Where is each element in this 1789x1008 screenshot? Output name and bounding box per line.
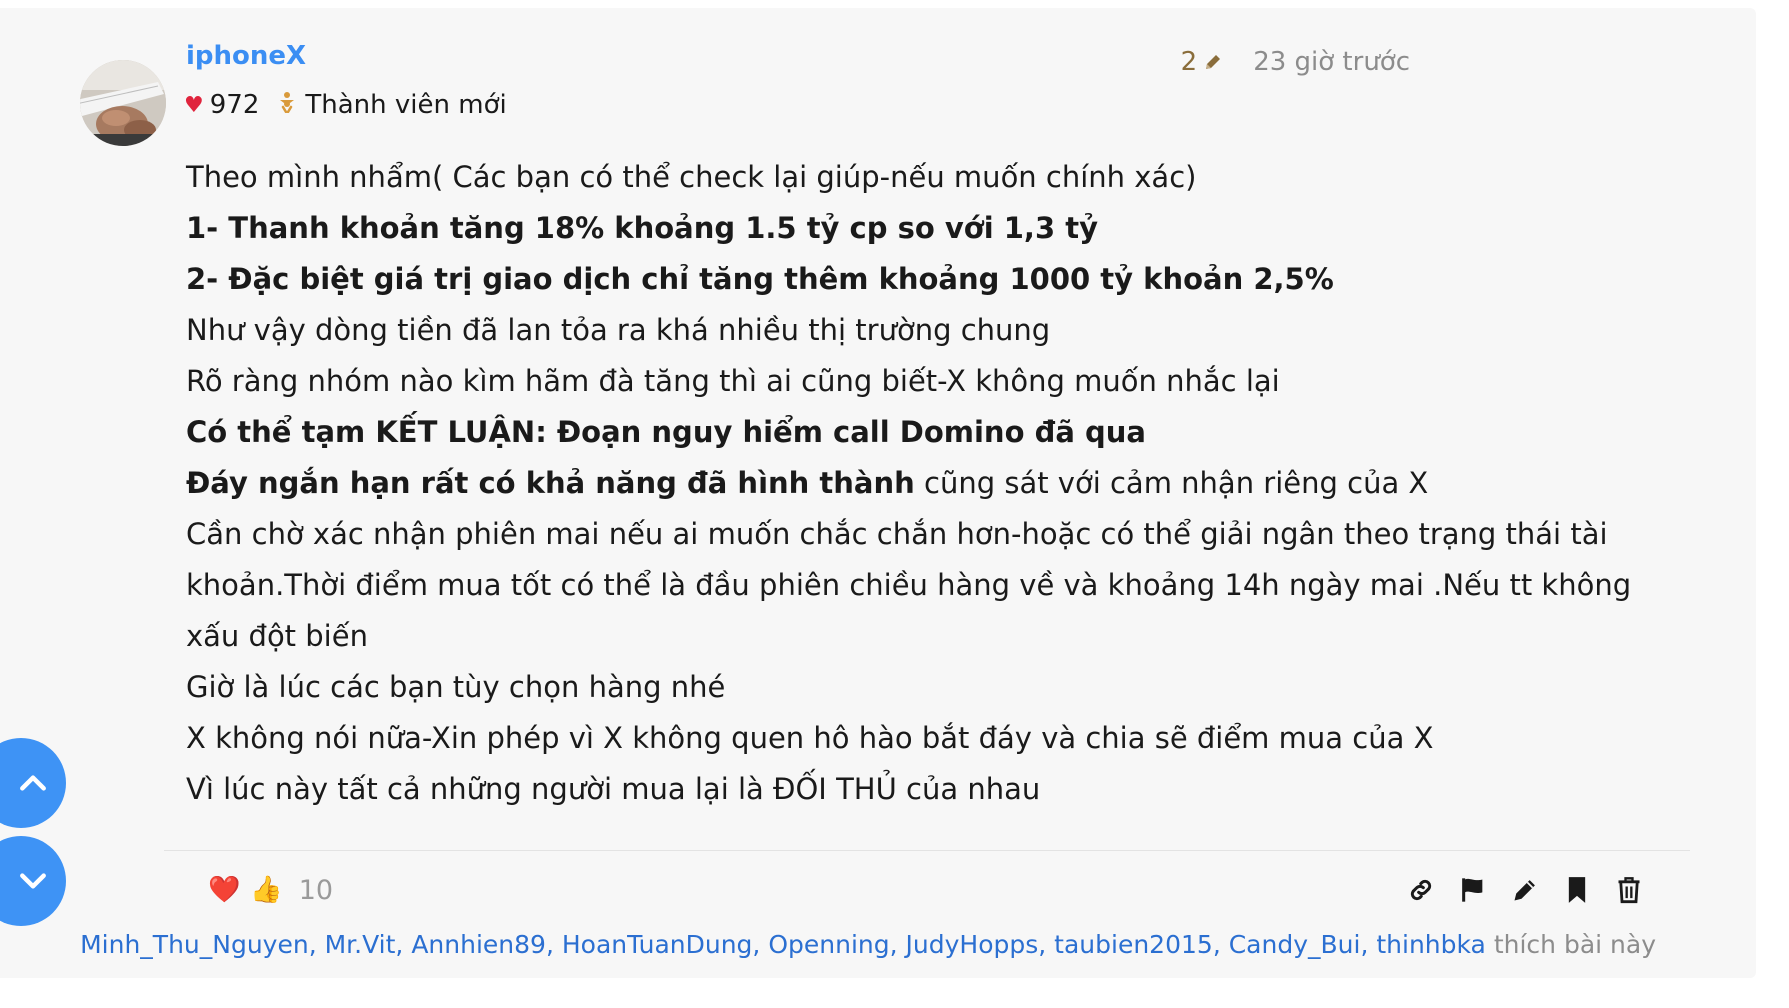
likers-suffix: thích bài này	[1493, 930, 1656, 959]
post-line: Rõ ràng nhóm nào kìm hãm đà tăng thì ai …	[186, 356, 1666, 407]
post-line: 2- Đặc biệt giá trị giao dịch chỉ tăng t…	[186, 254, 1666, 305]
post-line: Có thể tạm KẾT LUẬN: Đoạn nguy hiểm call…	[186, 407, 1666, 458]
bookmark-icon[interactable]	[1562, 875, 1592, 905]
bold-text: Có thể tạm KẾT LUẬN: Đoạn nguy hiểm call…	[186, 415, 1146, 449]
liker-separator: ,	[308, 930, 325, 959]
link-icon[interactable]	[1406, 875, 1436, 905]
liker-separator: ,	[752, 930, 769, 959]
text: Rõ ràng nhóm nào kìm hãm đà tăng thì ai …	[186, 364, 1280, 398]
likers-list: Minh_Thu_Nguyen, Mr.Vit, Annhien89, Hoan…	[80, 930, 1656, 959]
reaction-count: 10	[298, 874, 334, 906]
post-time[interactable]: 23 giờ trước	[1253, 47, 1410, 77]
flag-icon[interactable]	[1458, 875, 1488, 905]
liker-link[interactable]: thinhbka	[1376, 930, 1486, 959]
liker-link[interactable]: Mr.Vit	[325, 930, 396, 959]
trash-icon[interactable]	[1614, 875, 1644, 905]
text: Cần chờ xác nhận phiên mai nếu ai muốn c…	[186, 517, 1632, 653]
liker-link[interactable]: Annhien89	[411, 930, 546, 959]
user-meta: ♥ 972 Thành viên mới	[184, 88, 507, 122]
post-actions	[1406, 870, 1644, 910]
text: Giờ là lúc các bạn tùy chọn hàng nhé	[186, 670, 726, 704]
reactions-bar[interactable]: ❤️ 👍 10	[208, 870, 333, 910]
chevron-down-icon	[20, 873, 46, 889]
liker-link[interactable]: HoanTuanDung	[562, 930, 753, 959]
thumbs-up-reaction-icon: 👍	[250, 875, 283, 905]
liker-separator: ,	[1360, 930, 1377, 959]
rank-badge-icon	[277, 90, 297, 120]
liker-separator: ,	[889, 930, 906, 959]
user-likes-count: 972	[209, 90, 260, 120]
bold-text: Đáy ngắn hạn rất có khả năng đã hình thà…	[186, 466, 915, 500]
pencil-small-icon	[1206, 55, 1221, 69]
post-line: Vì lúc này tất cả những người mua lại là…	[186, 764, 1666, 815]
post-line: 1- Thanh khoản tăng 18% khoảng 1.5 tỷ cp…	[186, 203, 1666, 254]
post-line: Giờ là lúc các bạn tùy chọn hàng nhé	[186, 662, 1666, 713]
pencil-icon[interactable]	[1510, 875, 1540, 905]
post-line: Cần chờ xác nhận phiên mai nếu ai muốn c…	[186, 509, 1666, 662]
post-line: Như vậy dòng tiền đã lan tỏa ra khá nhiề…	[186, 305, 1666, 356]
liker-link[interactable]: Candy_Bui	[1229, 930, 1361, 959]
liker-separator: ,	[1038, 930, 1055, 959]
liker-link[interactable]: JudyHopps	[906, 930, 1039, 959]
liker-separator: ,	[545, 930, 562, 959]
text: cũng sát với cảm nhận riêng của X	[914, 466, 1429, 500]
post-meta: 2 23 giờ trước	[1181, 44, 1410, 80]
text: Theo mình nhẩm( Các bạn có thể check lại…	[186, 160, 1197, 194]
edit-count: 2	[1180, 47, 1198, 77]
username-link[interactable]: iphoneX	[186, 41, 306, 71]
text: X không nói nữa-Xin phép vì X không quen…	[186, 721, 1434, 755]
edit-history-button[interactable]: 2	[1181, 47, 1224, 77]
post-line: X không nói nữa-Xin phép vì X không quen…	[186, 713, 1666, 764]
user-rank: Thành viên mới	[305, 90, 507, 120]
bold-text: 1- Thanh khoản tăng 18% khoảng 1.5 tỷ cp…	[186, 211, 1098, 245]
liker-separator: ,	[395, 930, 412, 959]
liker-link[interactable]: Openning	[768, 930, 889, 959]
bold-text: 2- Đặc biệt giá trị giao dịch chỉ tăng t…	[186, 262, 1334, 296]
liker-link[interactable]: Minh_Thu_Nguyen	[80, 930, 309, 959]
chevron-up-icon	[20, 775, 46, 791]
post-line: Đáy ngắn hạn rất có khả năng đã hình thà…	[186, 458, 1666, 509]
text: Vì lúc này tất cả những người mua lại là…	[186, 772, 1041, 806]
heart-reaction-icon: ❤️	[208, 875, 241, 905]
heart-icon: ♥	[184, 92, 204, 118]
avatar[interactable]	[80, 60, 166, 146]
liker-separator: ,	[1212, 930, 1229, 959]
post-line: Theo mình nhẩm( Các bạn có thể check lại…	[186, 152, 1666, 203]
post-card: iphoneX ♥ 972 Thành viên mới 2 23 giờ tr…	[0, 8, 1756, 978]
post-content: Theo mình nhẩm( Các bạn có thể check lại…	[186, 152, 1666, 815]
divider	[164, 850, 1690, 851]
text: Như vậy dòng tiền đã lan tỏa ra khá nhiề…	[186, 313, 1051, 347]
liker-link[interactable]: taubien2015	[1054, 930, 1213, 959]
scrollbar-track[interactable]	[1772, 0, 1789, 1008]
